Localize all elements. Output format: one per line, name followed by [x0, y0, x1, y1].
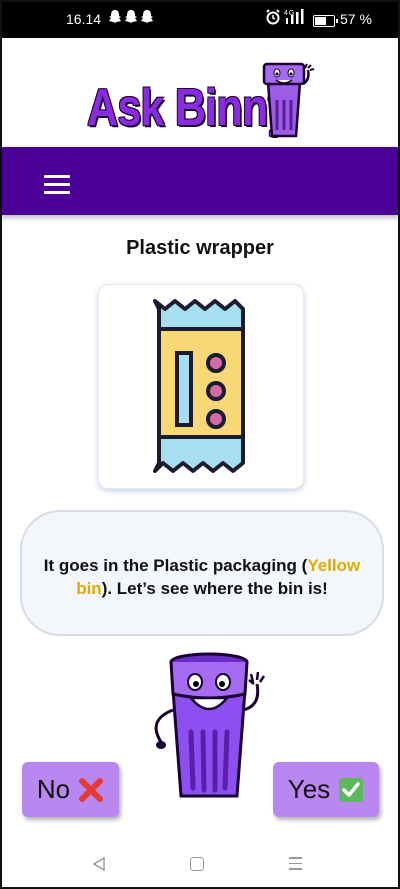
binny-mascot-image: [154, 652, 266, 798]
signal-strength-icon: 4G: [284, 8, 308, 29]
red-cross-icon: [79, 777, 104, 802]
snapchat-notification-icons: [108, 9, 156, 28]
answer-text: It goes in the Plastic packaging (Yellow…: [36, 554, 368, 600]
yes-button[interactable]: Yes: [273, 762, 379, 817]
battery-icon: [313, 15, 338, 27]
no-button[interactable]: No: [22, 762, 119, 817]
snapchat-ghost-icon: [109, 10, 153, 23]
item-title: Plastic wrapper: [126, 237, 274, 259]
system-navigation-bar: [0, 840, 400, 889]
answer-text-after: ). Let’s see where the bin is!: [101, 579, 328, 598]
network-type-label: 4G: [284, 10, 295, 17]
green-check-icon: [339, 777, 364, 802]
app-logo: Ask Binny: [87, 60, 317, 140]
back-triangle-icon[interactable]: [92, 857, 106, 871]
answer-bubble: It goes in the Plastic packaging (Yellow…: [20, 510, 384, 636]
answer-text-before: It goes in the Plastic packaging (: [43, 556, 308, 575]
top-nav-bar: [0, 147, 400, 215]
battery-percent: 57 %: [340, 11, 372, 27]
item-image-card: [98, 284, 304, 489]
battery-level-fill: [315, 17, 327, 25]
binny-mascot-logo-icon: [262, 62, 315, 138]
no-button-label: No: [36, 774, 71, 804]
hamburger-menu-icon[interactable]: [44, 175, 70, 195]
recent-apps-menu-icon[interactable]: [289, 857, 302, 874]
status-bar: 16.14 4G 57 %: [0, 0, 400, 38]
plastic-wrapper-icon: [153, 299, 245, 473]
status-time: 16.14: [66, 11, 102, 27]
home-square-icon[interactable]: [190, 857, 204, 871]
yes-button-label: Yes: [287, 774, 331, 804]
alarm-clock-icon: [266, 9, 280, 28]
